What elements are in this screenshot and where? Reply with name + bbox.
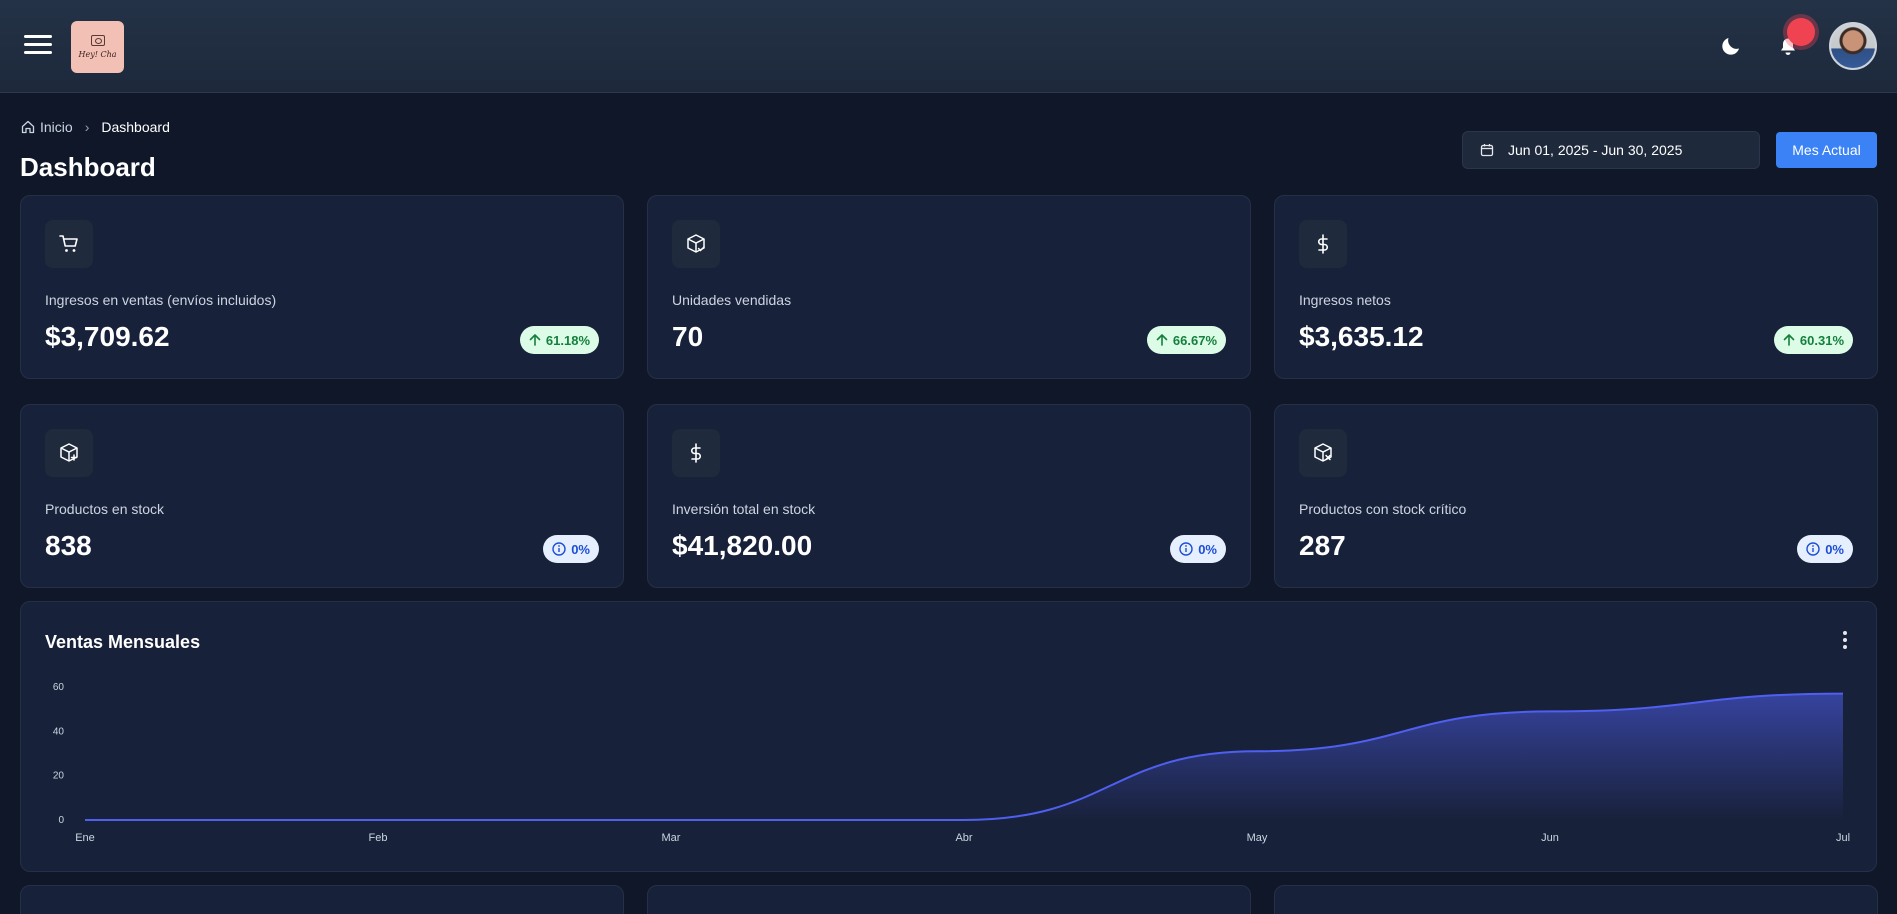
trend-badge: 61.18% <box>519 326 599 354</box>
data-point[interactable] <box>82 817 88 823</box>
data-point[interactable] <box>1840 691 1846 697</box>
trend-value: 66.67% <box>1172 332 1217 348</box>
avatar[interactable] <box>1829 22 1877 70</box>
stat-value: $41,820.00 <box>672 530 813 561</box>
date-range-picker[interactable]: Jun 01, 2025 - Jun 30, 2025 <box>1462 131 1760 169</box>
info-icon <box>552 542 566 556</box>
trend-value: 61.18% <box>545 332 590 348</box>
breadcrumb-home-label: Inicio <box>40 119 73 135</box>
stat-label: Unidades vendidas <box>672 292 792 308</box>
x-tick-label: Ene <box>75 832 95 844</box>
series-area <box>85 693 1843 820</box>
menu-icon[interactable] <box>24 35 52 57</box>
logo-mark-icon <box>90 35 105 46</box>
data-point[interactable] <box>668 817 674 823</box>
stat-value: 70 <box>672 321 704 352</box>
trend-value: 0% <box>1825 541 1844 557</box>
dollar-icon <box>672 429 720 477</box>
trend-badge: 60.31% <box>1773 326 1853 354</box>
shopping-cart-icon <box>45 220 93 268</box>
calendar-icon <box>1480 144 1494 157</box>
trend-value: 60.31% <box>1799 332 1844 348</box>
package-x-icon <box>1299 429 1347 477</box>
stat-label: Productos en stock <box>45 501 165 517</box>
data-point[interactable] <box>1254 748 1260 754</box>
stat-card-sales-revenue: Ingresos en ventas (envíos incluidos) $3… <box>20 195 624 379</box>
trend-badge: 0% <box>1170 535 1226 563</box>
x-tick-label: Jun <box>1541 832 1559 844</box>
trend-badge: 0% <box>1797 535 1853 563</box>
stat-label: Ingresos netos <box>1299 292 1391 308</box>
arrow-up-icon <box>529 334 541 346</box>
chevron-right-icon: › <box>84 119 90 135</box>
trend-badge: 66.67% <box>1146 326 1226 354</box>
y-tick-label: 60 <box>53 682 65 693</box>
stat-value: $3,709.62 <box>45 321 170 352</box>
arrow-up-icon <box>1783 334 1795 346</box>
package-check-icon <box>672 220 720 268</box>
data-point[interactable] <box>961 817 967 823</box>
logo[interactable]: Hey! Cha <box>71 21 124 73</box>
dollar-icon <box>1299 220 1347 268</box>
x-tick-label: Abr <box>955 832 972 844</box>
breadcrumb-current: Dashboard <box>101 119 170 135</box>
page-title: Dashboard <box>20 152 156 182</box>
trend-badge: 0% <box>543 535 599 563</box>
y-tick-label: 0 <box>58 815 64 826</box>
stat-card-partial <box>1274 885 1878 914</box>
stat-card-stock-investment: Inversión total en stock $41,820.00 0% <box>647 404 1251 588</box>
x-tick-label: Jul <box>1836 832 1850 844</box>
stat-card-net-revenue: Ingresos netos $3,635.12 60.31% <box>1274 195 1878 379</box>
stat-card-partial <box>20 885 624 914</box>
breadcrumb-home[interactable]: Inicio <box>21 119 73 135</box>
sales-chart: 0 20 40 60 Ene Feb Mar Abr May Jun Jul <box>53 682 1850 844</box>
home-icon <box>21 120 35 134</box>
stat-label: Ingresos en ventas (envíos incluidos) <box>45 292 277 308</box>
x-tick-label: Mar <box>662 832 681 844</box>
monthly-sales-chart-card: Ventas Mensuales 0 20 40 60 Ene Feb Mar Abr May J… <box>20 601 1877 872</box>
x-tick-label: Feb <box>369 832 388 844</box>
data-point[interactable] <box>1547 708 1553 714</box>
trend-value: 0% <box>571 541 590 557</box>
stat-label: Inversión total en stock <box>672 501 816 517</box>
top-bar: Hey! Cha <box>0 0 1897 93</box>
info-icon <box>1179 542 1193 556</box>
current-month-button[interactable]: Mes Actual <box>1776 132 1877 168</box>
stat-card-units-sold: Unidades vendidas 70 66.67% <box>647 195 1251 379</box>
date-range-value: Jun 01, 2025 - Jun 30, 2025 <box>1508 142 1683 158</box>
arrow-up-icon <box>1156 334 1168 346</box>
logo-text: Hey! Cha <box>78 50 117 59</box>
notification-badge[interactable] <box>1787 18 1815 46</box>
stat-label: Productos con stock crítico <box>1299 501 1467 517</box>
stat-card-critical-stock: Productos con stock crítico 287 0% <box>1274 404 1878 588</box>
package-plus-icon <box>45 429 93 477</box>
stat-value: 838 <box>45 530 92 561</box>
info-icon <box>1806 542 1820 556</box>
y-tick-label: 20 <box>53 771 65 782</box>
stat-card-products-in-stock: Productos en stock 838 0% <box>20 404 624 588</box>
data-point[interactable] <box>375 817 381 823</box>
stat-value: 287 <box>1299 530 1346 561</box>
stat-value: $3,635.12 <box>1299 321 1424 352</box>
y-tick-label: 40 <box>53 726 65 737</box>
breadcrumb: Inicio › Dashboard <box>21 119 170 135</box>
moon-icon[interactable] <box>1719 34 1743 58</box>
trend-value: 0% <box>1198 541 1217 557</box>
stat-card-partial <box>647 885 1251 914</box>
x-tick-label: May <box>1247 832 1268 844</box>
